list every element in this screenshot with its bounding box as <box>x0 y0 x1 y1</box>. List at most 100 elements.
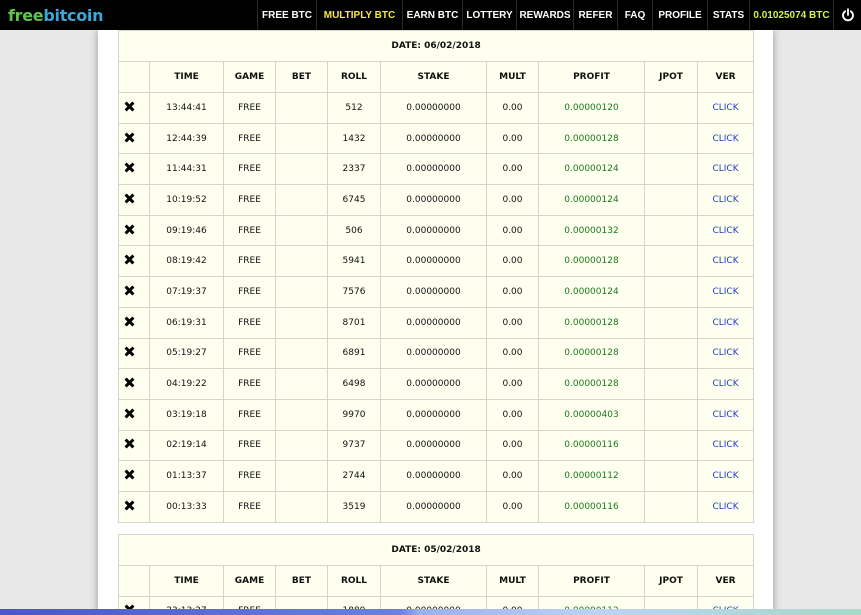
nav-earn-btc[interactable]: EARN BTC <box>402 0 462 30</box>
cell-profit: 0.00000116 <box>538 429 645 462</box>
cell-jpot <box>644 92 698 124</box>
expand-arrows-icon[interactable] <box>125 102 134 111</box>
cell-ver[interactable]: CLICK <box>696 398 755 431</box>
cell-ver[interactable]: CLICK <box>696 184 755 216</box>
cell-roll: 2744 <box>327 460 381 492</box>
cell-stake: 0.00000000 <box>380 337 487 370</box>
cell-stake: 0.00000000 <box>380 306 487 339</box>
table-row: 09:19:46 FREE 506 0.00000000 0.00 0.00000132 C… <box>118 214 755 247</box>
nav-lottery[interactable]: LOTTERY <box>462 0 516 30</box>
cell-time: 05:19:27 <box>149 337 224 370</box>
cell-roll: 1432 <box>327 122 381 155</box>
cell-time: 13:44:41 <box>149 92 224 124</box>
cell-ver[interactable]: CLICK <box>696 460 755 492</box>
expand-arrows-icon[interactable] <box>125 470 134 479</box>
header-game: GAME <box>223 61 276 93</box>
nav-refer[interactable]: REFER <box>573 0 617 30</box>
expand-arrows-icon[interactable] <box>125 317 134 326</box>
row-icon-cell <box>118 184 150 216</box>
expand-arrows-icon[interactable] <box>125 501 134 510</box>
header-ver: VER <box>696 564 755 597</box>
cell-game: FREE <box>223 276 276 308</box>
cell-bet <box>275 122 328 155</box>
nav-multiply-btc[interactable]: MULTIPLY BTC <box>316 0 402 30</box>
cell-ver[interactable]: CLICK <box>696 214 755 247</box>
cell-roll: 7576 <box>327 276 381 308</box>
expand-arrows-icon[interactable] <box>125 194 134 203</box>
expand-arrows-icon[interactable] <box>125 255 134 264</box>
cell-bet <box>275 368 328 400</box>
cell-ver[interactable]: CLICK <box>696 429 755 462</box>
expand-arrows-icon[interactable] <box>125 409 134 418</box>
cell-jpot <box>644 184 698 216</box>
cell-mult: 0.00 <box>486 92 539 124</box>
cell-mult: 0.00 <box>486 337 539 370</box>
cell-ver[interactable]: CLICK <box>696 306 755 339</box>
nav-profile[interactable]: PROFILE <box>652 0 707 30</box>
row-icon-cell <box>118 122 150 155</box>
expand-arrows-icon[interactable] <box>125 163 134 172</box>
table-row: 08:19:42 FREE 5941 0.00000000 0.00 0.00000128… <box>118 245 755 278</box>
expand-arrows-icon[interactable] <box>125 133 134 142</box>
cell-mult: 0.00 <box>486 306 539 339</box>
row-icon-cell <box>118 276 150 308</box>
cell-stake: 0.00000000 <box>380 398 487 431</box>
cell-stake: 0.00000000 <box>380 276 487 308</box>
cell-roll: 9970 <box>327 398 381 431</box>
row-icon-cell <box>118 429 150 462</box>
cell-bet <box>275 429 328 462</box>
table-row: 06:19:31 FREE 8701 0.00000000 0.00 0.00000128… <box>118 306 755 339</box>
nav-free-btc[interactable]: FREE BTC <box>257 0 316 30</box>
bet-history-table: DATE: 06/02/2018 TIME GAME BET ROLL STAKE MULT… <box>117 30 755 615</box>
nav-stats[interactable]: STATS <box>707 0 749 30</box>
cell-profit: 0.00000128 <box>538 337 645 370</box>
expand-arrows-icon[interactable] <box>125 225 134 234</box>
cell-jpot <box>644 368 698 400</box>
power-icon[interactable] <box>833 0 861 30</box>
cell-roll: 8701 <box>327 306 381 339</box>
cell-roll: 9737 <box>327 429 381 462</box>
cell-stake: 0.00000000 <box>380 245 487 278</box>
cell-profit: 0.00000124 <box>538 184 645 216</box>
expand-arrows-icon[interactable] <box>125 439 134 448</box>
cell-game: FREE <box>223 306 276 339</box>
header-time: TIME <box>149 564 224 597</box>
cell-ver[interactable]: CLICK <box>696 153 755 186</box>
header-mult: MULT <box>486 61 539 93</box>
header-mult: MULT <box>486 564 539 597</box>
row-icon-cell <box>118 153 150 186</box>
cell-time: 06:19:31 <box>149 306 224 339</box>
cell-game: FREE <box>223 245 276 278</box>
cell-bet <box>275 398 328 431</box>
cell-time: 08:19:42 <box>149 245 224 278</box>
freebitcoin-logo[interactable]: freebitcoin <box>0 5 104 25</box>
cell-mult: 0.00 <box>486 398 539 431</box>
cell-jpot <box>644 337 698 370</box>
table-row: 10:19:52 FREE 6745 0.00000000 0.00 0.00000124… <box>118 184 755 216</box>
expand-arrows-icon[interactable] <box>125 286 134 295</box>
expand-arrows-icon[interactable] <box>125 378 134 387</box>
cell-time: 09:19:46 <box>149 214 224 247</box>
cell-bet <box>275 184 328 216</box>
header-stake: STAKE <box>380 564 487 597</box>
nav-rewards[interactable]: REWARDS <box>516 0 573 30</box>
expand-arrows-icon[interactable] <box>125 347 134 356</box>
cell-roll: 3519 <box>327 490 381 523</box>
nav-faq[interactable]: FAQ <box>617 0 652 30</box>
cell-ver[interactable]: CLICK <box>696 92 755 124</box>
cell-bet <box>275 306 328 339</box>
cell-game: FREE <box>223 337 276 370</box>
cell-ver[interactable]: CLICK <box>696 490 755 523</box>
cell-bet <box>275 460 328 492</box>
cell-profit: 0.00000124 <box>538 276 645 308</box>
cell-ver[interactable]: CLICK <box>696 337 755 370</box>
cell-ver[interactable]: CLICK <box>696 245 755 278</box>
cell-ver[interactable]: CLICK <box>696 276 755 308</box>
cell-ver[interactable]: CLICK <box>696 122 755 155</box>
cell-ver[interactable]: CLICK <box>696 368 755 400</box>
cell-mult: 0.00 <box>486 490 539 523</box>
cell-roll: 2337 <box>327 153 381 186</box>
header-time: TIME <box>149 61 224 93</box>
cell-profit: 0.00000120 <box>538 92 645 124</box>
header-profit: PROFIT <box>538 61 645 93</box>
